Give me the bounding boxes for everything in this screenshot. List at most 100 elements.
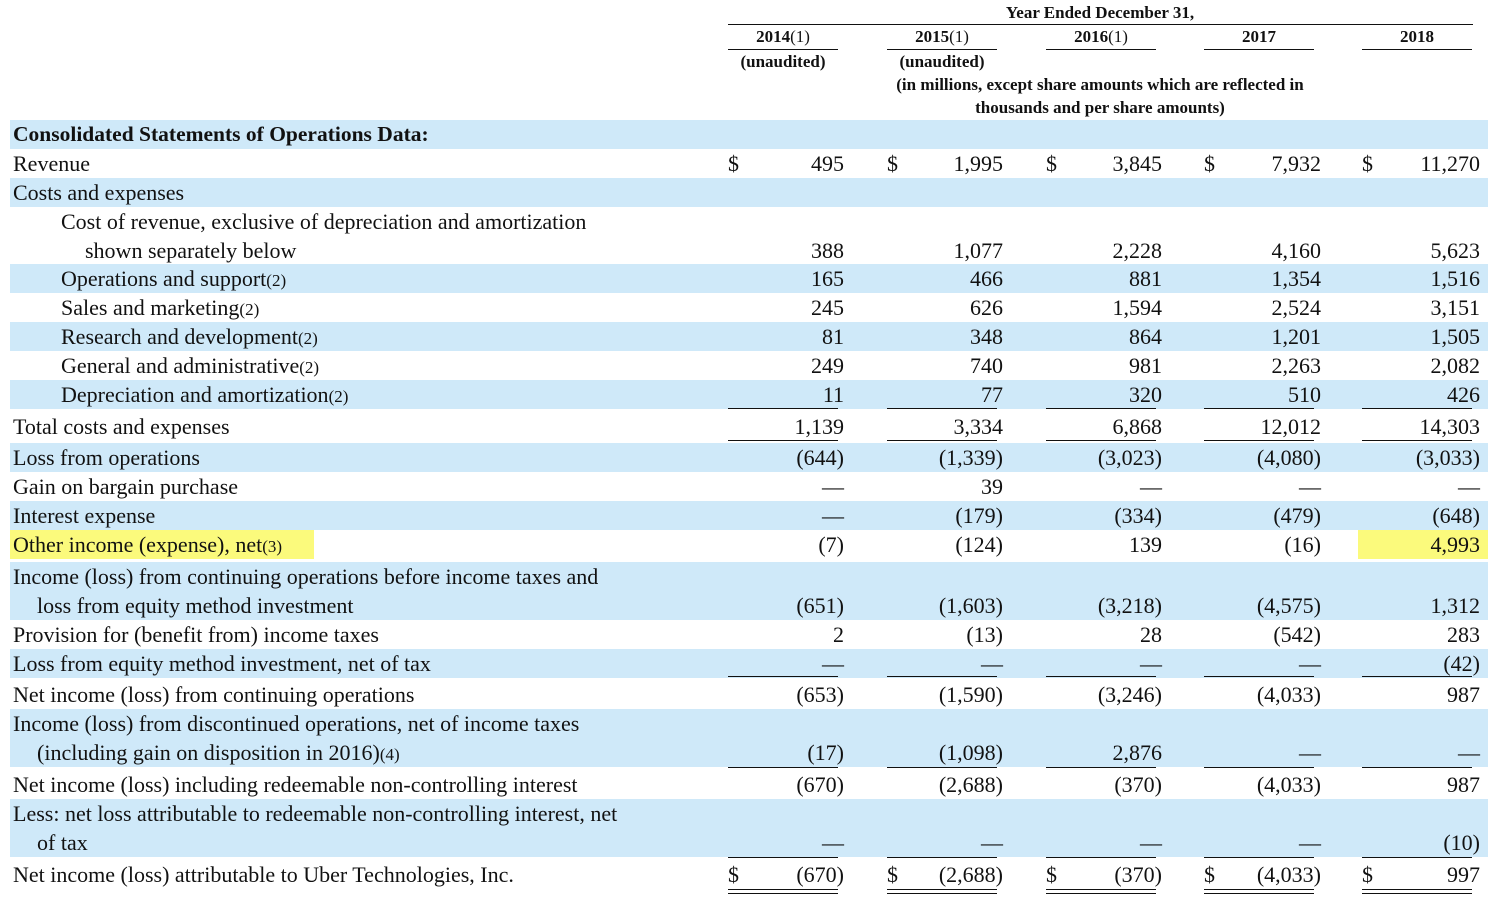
table-cell-2015: (13) [966,622,1003,647]
table-cell-2016: 3,845 [1112,151,1163,176]
row-label-income-before-taxes: Income (loss) from continuing operations… [13,564,599,589]
column-double-underline-2016 [1046,889,1156,894]
table-cell-2017: 12,012 [1260,414,1322,439]
table-cell-2014: 495 [811,151,844,176]
table-cell-2017: — [1299,830,1321,855]
table-cell-2017: 1,354 [1271,266,1322,291]
table-cell-2018: (648) [1432,503,1480,528]
row-label-other-income: Other income (expense), net(3) [13,532,283,557]
table-cell-2015: 77 [981,382,1003,407]
table-cell-2017: — [1299,651,1321,676]
table-cell-2015: 626 [970,295,1003,320]
row-label-loss-from-operations: Loss from operations [13,445,200,470]
column-header-2017: 2017 [1242,27,1276,46]
row-label-discontinued-operations: Income (loss) from discontinued operatio… [13,711,580,736]
column-underline-2015 [887,440,997,441]
table-cell-2016: (334) [1114,503,1162,528]
column-double-underline-2014 [728,889,838,894]
table-cell-2018: — [1458,474,1480,499]
table-cell-2018: 5,623 [1430,238,1481,263]
table-cell-2014: 165 [811,266,844,291]
table-cell-2015: 1,077 [953,238,1004,263]
row-label-sales-and-marketing: Sales and marketing(2) [61,295,260,320]
table-cell-2017: 2,263 [1271,353,1322,378]
column-underline-2014 [728,408,838,409]
table-cell-2014: (670) [796,772,844,797]
units-note-line1: (in millions, except share amounts which… [896,75,1304,94]
unaudited-2015: (unaudited) [899,52,985,71]
column-double-underline-2015 [887,889,997,894]
col-header-rule-2016 [1046,49,1156,50]
table-cell-2016: 981 [1129,353,1162,378]
row-label-research-and-development: Research and development(2) [61,324,318,349]
table-cell-2017: (4,575) [1256,593,1321,618]
column-underline-2017 [1204,676,1314,677]
table-cell-2017: (4,033) [1256,862,1321,887]
table-cell-2017: — [1299,474,1321,499]
row-label-gain-on-bargain-purchase: Gain on bargain purchase [13,474,239,499]
table-cell-2018: 2,082 [1430,353,1481,378]
column-underline-2018 [1362,767,1472,768]
table-cell-2018: 3,151 [1430,295,1481,320]
table-cell-2017: (4,080) [1256,445,1321,470]
row-label-discontinued-operations-cont: (including gain on disposition in 2016)(… [37,740,400,765]
table-cell-2015: 3,334 [953,414,1004,439]
row-label-cost-of-revenue-cont: shown separately below [85,238,297,263]
table-cell-2018: 987 [1447,682,1480,707]
column-underline-2015 [887,408,997,409]
table-cell-2018: 997 [1447,862,1480,887]
column-underline-2014 [728,857,838,858]
table-cell-2017: 7,932 [1271,151,1322,176]
row-label-net-income-continuing: Net income (loss) from continuing operat… [13,682,415,707]
table-cell-2015: 740 [970,353,1003,378]
table-cell-2015: (2,688) [938,772,1003,797]
row-label-total-costs-and-expenses: Total costs and expenses [13,414,230,439]
table-cell-2016: 864 [1129,324,1162,349]
column-underline-2017 [1204,408,1314,409]
column-underline-2014 [728,676,838,677]
table-cell-2017: (542) [1273,622,1321,647]
table-cell-2014: — [822,474,844,499]
table-cell-2014: (651) [796,593,844,618]
column-underline-2016 [1046,676,1156,677]
table-cell-2018: 14,303 [1419,414,1481,439]
row-label-depreciation-and-amortization: Depreciation and amortization(2) [61,382,349,407]
table-cell-2014: — [822,830,844,855]
table-cell-2017: (4,033) [1256,682,1321,707]
table-cell-2016: — [1140,830,1162,855]
table-cell-2018: (42) [1443,651,1480,676]
table-cell-2018: 1,312 [1430,593,1481,618]
table-cell-2014: (670) [796,862,844,887]
table-cell-2018: 987 [1447,772,1480,797]
table-cell-2016: (3,023) [1097,445,1162,470]
col-header-rule-2017 [1204,49,1314,50]
table-cell-2015: (124) [955,532,1003,557]
column-underline-2016 [1046,408,1156,409]
table-cell-2014: (653) [796,682,844,707]
column-double-underline-2018 [1362,889,1472,894]
table-cell-2016: 2,876 [1112,740,1163,765]
column-underline-2015 [887,676,997,677]
table-cell-2017: (16) [1284,532,1321,557]
table-cell-2015: 348 [970,324,1003,349]
table-cell-2015: — [981,830,1003,855]
table-cell-2016: (3,246) [1097,682,1162,707]
table-cell-2017: 1,201 [1271,324,1322,349]
table-cell-2016: 881 [1129,266,1162,291]
column-header-2015: 2015(1) [915,27,969,46]
table-cell-2014: 388 [811,238,844,263]
column-underline-2017 [1204,440,1314,441]
table-cell-2014: 1,139 [794,414,845,439]
table-cell-2015: 39 [981,474,1003,499]
table-cell-2014: (17) [807,740,844,765]
table-cell-2017: (479) [1273,503,1321,528]
row-label-less-net-loss-nci: Less: net loss attributable to redeemabl… [13,801,618,826]
column-underline-2017 [1204,767,1314,768]
table-cell-2014: 249 [811,353,844,378]
units-note-line2: thousands and per share amounts) [975,98,1225,117]
row-band [10,178,1488,207]
table-cell-2014: (644) [796,445,844,470]
table-cell-2018: 283 [1447,622,1480,647]
year-ended-heading: Year Ended December 31, [1005,3,1195,22]
table-cell-2015: (179) [955,503,1003,528]
